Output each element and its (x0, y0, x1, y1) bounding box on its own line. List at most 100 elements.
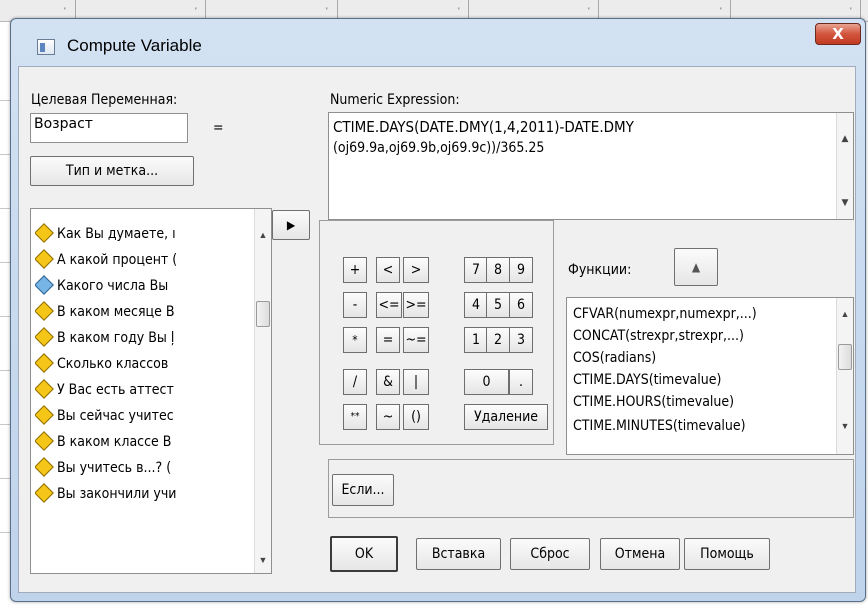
scroll-up-icon[interactable]: ▲ (255, 227, 271, 244)
numeric-expression-input[interactable]: CTIME.DAYS(DATE.DMY(1,4,2011)-DATE.DMY (… (328, 112, 854, 220)
title-bar[interactable]: Compute Variable X (11, 19, 865, 63)
target-variable-input[interactable]: Возраст (30, 113, 188, 143)
function-item[interactable]: CFVAR(numexpr,numexpr,...) (573, 306, 757, 322)
help-button[interactable]: Помощь (684, 538, 770, 570)
scroll-thumb[interactable] (256, 301, 270, 327)
cancel-button[interactable]: Отмена (600, 538, 680, 570)
paste-button[interactable]: Вставка (416, 538, 501, 570)
window-icon (37, 39, 55, 55)
function-item[interactable]: CTIME.HOURS(timevalue) (573, 394, 734, 410)
key-7[interactable]: 7 (464, 257, 488, 283)
key-multiply[interactable]: * (343, 327, 367, 353)
grid-mark: ' (588, 6, 590, 16)
yellow-diamond-icon (35, 353, 54, 373)
key-minus[interactable]: - (343, 292, 367, 318)
function-item[interactable]: CONCAT(strexpr,strexpr,...) (573, 328, 744, 344)
function-item[interactable]: CTIME.MINUTES(timevalue) (573, 418, 746, 434)
yellow-diamond-icon (35, 327, 54, 347)
list-item[interactable]: Вы закончили учи (35, 481, 235, 507)
blue-diamond-icon (35, 275, 54, 295)
ok-button[interactable]: OK (330, 536, 398, 572)
type-and-label-button[interactable]: Тип и метка... (30, 156, 194, 186)
key-0[interactable]: 0 (464, 369, 509, 395)
scroll-up-icon[interactable]: ▲ (837, 131, 853, 148)
grid-row-line (0, 424, 10, 425)
key-divide[interactable]: / (343, 369, 367, 395)
grid-row-line (0, 100, 10, 101)
key-8[interactable]: 8 (486, 257, 510, 283)
scroll-up-icon[interactable]: ▲ (837, 306, 853, 323)
grid-mark: ' (458, 6, 460, 16)
key-delete[interactable]: Удаление (464, 404, 548, 430)
key-4[interactable]: 4 (464, 292, 488, 318)
list-item[interactable]: В каком году Вы ļ (35, 325, 235, 351)
grid-row-line (0, 316, 10, 317)
function-item[interactable]: COS(radians) (573, 350, 656, 366)
expression-scrollbar[interactable]: ▲ ▼ (836, 113, 853, 219)
key-not[interactable]: ~ (376, 404, 400, 430)
close-button[interactable]: X (815, 23, 861, 45)
grid-mark: ' (326, 6, 328, 16)
key-parentheses[interactable]: () (403, 404, 429, 430)
key-or[interactable]: | (403, 369, 429, 395)
target-variable-label: Целевая Переменная: (31, 92, 178, 108)
if-button[interactable]: Если... (332, 474, 394, 506)
key-5[interactable]: 5 (486, 292, 510, 318)
scroll-down-icon[interactable]: ▼ (255, 552, 271, 569)
grid-mark: ' (195, 6, 197, 16)
yellow-diamond-icon (35, 379, 54, 399)
list-item[interactable]: Как Вы думаете, ı (35, 221, 235, 247)
key-6[interactable]: 6 (509, 292, 533, 318)
if-condition-group: Если... (328, 459, 854, 518)
key-9[interactable]: 9 (509, 257, 533, 283)
list-item[interactable]: Какого числа Вы (35, 273, 235, 299)
scroll-down-icon[interactable]: ▼ (837, 195, 853, 212)
list-item[interactable]: В каком месяце В (35, 299, 235, 325)
grid-row-line (0, 154, 10, 155)
scroll-thumb[interactable] (838, 344, 852, 370)
key-and[interactable]: & (376, 369, 400, 395)
key-less-than[interactable]: < (376, 257, 400, 283)
grid-row-line (0, 478, 10, 479)
variable-list-scrollbar[interactable]: ▲ ▼ (254, 209, 271, 573)
yellow-diamond-icon (35, 223, 54, 243)
yellow-diamond-icon (35, 249, 54, 269)
target-variable-value: Возраст (34, 116, 93, 132)
list-item[interactable]: Сколько классов (35, 351, 235, 377)
key-2[interactable]: 2 (486, 327, 510, 353)
function-item[interactable]: CTIME.DAYS(timevalue) (573, 372, 721, 388)
equals-sign: = (213, 120, 224, 136)
list-item[interactable]: Вы учитесь в...? ( (35, 455, 235, 481)
list-item[interactable]: Вы сейчас учитес (35, 403, 235, 429)
yellow-diamond-icon (35, 457, 54, 477)
function-list-scrollbar[interactable]: ▲ ▼ (836, 298, 853, 454)
grid-mark: ' (64, 6, 66, 16)
list-item[interactable]: У Вас есть аттест (35, 377, 235, 403)
variable-list[interactable]: Как Вы думаете, ı А какой процент ( Како… (30, 208, 272, 574)
key-equal[interactable]: = (376, 327, 400, 353)
functions-label: Функции: (568, 262, 632, 278)
function-list[interactable]: CFVAR(numexpr,numexpr,...) CONCAT(strexp… (566, 297, 854, 455)
key-power[interactable]: ** (343, 404, 367, 430)
yellow-diamond-icon (35, 405, 54, 425)
expression-line: CTIME.DAYS(DATE.DMY(1,4,2011)-DATE.DMY (333, 118, 634, 136)
key-not-equal[interactable]: ~= (403, 327, 429, 353)
function-insert-up-button[interactable]: ▲ (674, 248, 718, 286)
key-greater-equal[interactable]: >= (403, 292, 429, 318)
grid-mark: ' (850, 6, 852, 16)
key-3[interactable]: 3 (509, 327, 533, 353)
key-1[interactable]: 1 (464, 327, 488, 353)
move-to-expression-button[interactable]: ▶ (272, 210, 310, 240)
grid-row-line (0, 208, 10, 209)
window-title: Compute Variable (67, 36, 202, 55)
scroll-down-icon[interactable]: ▼ (837, 418, 853, 435)
reset-button[interactable]: Сброс (510, 538, 590, 570)
expression-line: (oj69.9a,oj69.9b,oj69.9c))/365.25 (333, 140, 545, 156)
key-less-equal[interactable]: <= (376, 292, 402, 318)
grid-mark: ' (720, 6, 722, 16)
key-greater-than[interactable]: > (403, 257, 429, 283)
key-plus[interactable]: + (343, 257, 367, 283)
key-decimal[interactable]: . (509, 369, 533, 395)
list-item[interactable]: А какой процент ( (35, 247, 235, 273)
list-item[interactable]: В каком классе В (35, 429, 235, 455)
